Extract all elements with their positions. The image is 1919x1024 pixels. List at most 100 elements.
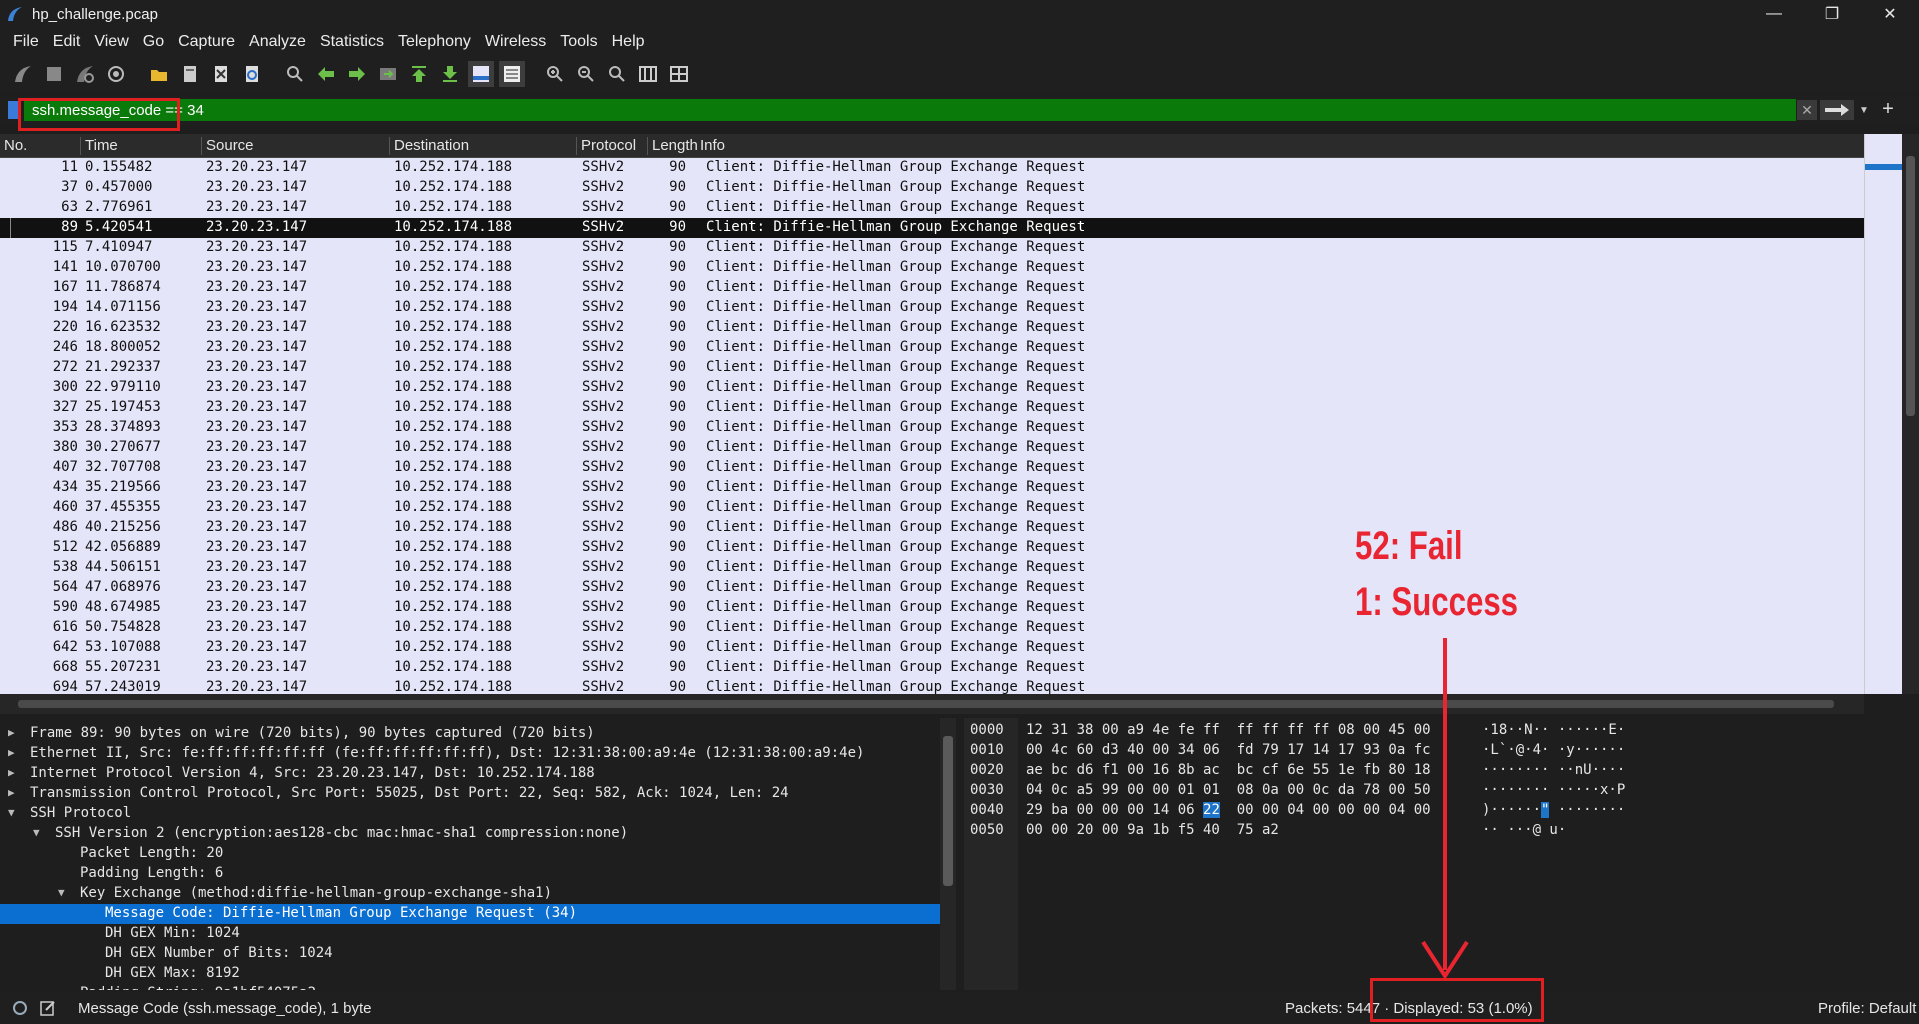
packet-row[interactable]: 300 22.979110 23.20.23.147 10.252.174.188 SS… [0,378,1864,398]
chevron-down-icon[interactable]: ▼ [1856,100,1872,120]
stop-capture-icon[interactable] [41,61,67,87]
reload-file-icon[interactable] [239,61,265,87]
chevron-right-icon[interactable]: ▶ [8,726,15,739]
details-tree-item[interactable]: ▶ Transmission Control Protocol, Src Port… [0,784,940,804]
column-header-no[interactable]: No. [0,137,27,155]
menu-statistics[interactable]: Statistics [313,33,391,51]
clear-filter-icon[interactable]: ✕ [1797,100,1817,120]
packet-list-vertical-scrollbar[interactable] [1902,134,1919,694]
menu-tools[interactable]: Tools [553,33,604,51]
packet-row[interactable]: 89 5.420541 23.20.23.147 10.252.174.188 SSHv… [0,218,1864,238]
zoom-in-icon[interactable] [542,61,568,87]
menu-wireless[interactable]: Wireless [478,33,553,51]
scrollbar-thumb[interactable] [1906,156,1915,416]
go-last-icon[interactable] [437,61,463,87]
ascii-bytes[interactable]: )······" ········ [1482,802,1625,822]
column-header-length[interactable]: Length [647,137,698,155]
details-tree-item[interactable]: DH GEX Min: 1024 [0,924,940,944]
zoom-normal-icon[interactable] [604,61,630,87]
packet-row[interactable]: 220 16.623532 23.20.23.147 10.252.174.188 SS… [0,318,1864,338]
menu-view[interactable]: View [87,33,135,51]
menu-capture[interactable]: Capture [171,33,242,51]
packet-row[interactable]: 194 14.071156 23.20.23.147 10.252.174.188 SS… [0,298,1864,318]
packet-row[interactable]: 538 44.506151 23.20.23.147 10.252.174.188 SS… [0,558,1864,578]
expert-info-icon[interactable] [13,1001,27,1015]
details-tree-item[interactable]: ▼ SSH Version 2 (encryption:aes128-cbc ma… [0,824,940,844]
packet-row[interactable]: 167 11.786874 23.20.23.147 10.252.174.188 SS… [0,278,1864,298]
packet-row[interactable]: 512 42.056889 23.20.23.147 10.252.174.188 SS… [0,538,1864,558]
chevron-right-icon[interactable]: ▶ [8,786,15,799]
packet-row[interactable]: 380 30.270677 23.20.23.147 10.252.174.188 SS… [0,438,1864,458]
packet-row[interactable]: 616 50.754828 23.20.23.147 10.252.174.188 SS… [0,618,1864,638]
menu-telephony[interactable]: Telephony [391,33,478,51]
packet-row[interactable]: 272 21.292337 23.20.23.147 10.252.174.188 SS… [0,358,1864,378]
ascii-bytes[interactable]: ·L`·@·4· ·y······ [1482,742,1625,762]
packet-row[interactable]: 37 0.457000 23.20.23.147 10.252.174.188 SSHv… [0,178,1864,198]
scrollbar-thumb[interactable] [18,700,1834,708]
details-tree-item[interactable]: DH GEX Number of Bits: 1024 [0,944,940,964]
packet-row[interactable]: 486 40.215256 23.20.23.147 10.252.174.188 SS… [0,518,1864,538]
details-tree-item[interactable]: Padding String: 9a1bf54075a2 [0,984,940,990]
edit-comment-icon[interactable] [40,1000,56,1016]
column-header-destination[interactable]: Destination [389,137,469,155]
packet-row[interactable]: 434 35.219566 23.20.23.147 10.252.174.188 SS… [0,478,1864,498]
go-forward-icon[interactable] [344,61,370,87]
auto-scroll-icon[interactable] [468,61,494,87]
menu-help[interactable]: Help [605,33,652,51]
ascii-bytes[interactable]: ·· ···@ u· [1482,822,1566,842]
packet-minimap[interactable] [1864,134,1903,694]
add-filter-button-icon[interactable]: + [1878,98,1898,120]
chevron-right-icon[interactable]: ▶ [8,766,15,779]
packet-row[interactable]: 642 53.107088 23.20.23.147 10.252.174.188 SS… [0,638,1864,658]
menu-analyze[interactable]: Analyze [242,33,313,51]
menu-file[interactable]: File [6,33,46,51]
packet-row[interactable]: 11 0.155482 23.20.23.147 10.252.174.188 SSHv… [0,158,1864,178]
column-header-info[interactable]: Info [700,137,725,155]
minimize-icon[interactable]: — [1745,0,1803,28]
chevron-right-icon[interactable]: ▶ [8,746,15,759]
hex-bytes[interactable]: 00 00 20 00 9a 1b f5 40 75 a2 [1026,822,1279,842]
column-header-time[interactable]: Time [80,137,118,155]
chevron-down-icon[interactable]: ▼ [8,806,15,819]
packet-row[interactable]: 353 28.374893 23.20.23.147 10.252.174.188 SS… [0,418,1864,438]
packet-row[interactable]: 590 48.674985 23.20.23.147 10.252.174.188 SS… [0,598,1864,618]
details-tree-item[interactable]: Packet Length: 20 [0,844,940,864]
chevron-down-icon[interactable]: ▼ [33,826,40,839]
save-file-icon[interactable] [177,61,203,87]
colorize-icon[interactable] [499,61,525,87]
details-vertical-scrollbar[interactable] [940,718,956,990]
status-packet-count[interactable]: Packets: 5447 · Displayed: 53 (1.0%) [1285,1000,1533,1017]
packet-row[interactable]: 246 18.800052 23.20.23.147 10.252.174.188 SS… [0,338,1864,358]
open-file-icon[interactable] [146,61,172,87]
restart-capture-icon[interactable] [72,61,98,87]
layout-icon[interactable] [666,61,692,87]
bookmark-icon[interactable] [8,101,18,119]
hex-bytes[interactable]: 00 4c 60 d3 40 00 34 06 fd 79 17 14 17 9… [1026,742,1431,762]
packet-row[interactable]: 460 37.455355 23.20.23.147 10.252.174.188 SS… [0,498,1864,518]
packet-row[interactable]: 668 55.207231 23.20.23.147 10.252.174.188 SS… [0,658,1864,678]
shark-fin-start-icon[interactable] [10,61,36,87]
ascii-bytes[interactable]: ·18··N·· ······E· [1482,722,1625,742]
find-packet-icon[interactable] [282,61,308,87]
packet-row[interactable]: 407 32.707708 23.20.23.147 10.252.174.188 SS… [0,458,1864,478]
menu-edit[interactable]: Edit [46,33,88,51]
packet-row[interactable]: 115 7.410947 23.20.23.147 10.252.174.188 SSH… [0,238,1864,258]
details-tree-item[interactable]: ▶ Frame 89: 90 bytes on wire (720 bits), … [0,724,940,744]
zoom-out-icon[interactable] [573,61,599,87]
chevron-down-icon[interactable]: ▼ [58,886,65,899]
hex-bytes[interactable]: 29 ba 00 00 00 14 06 22 00 00 04 00 00 0… [1026,802,1431,822]
details-tree-item[interactable]: ▶ Internet Protocol Version 4, Src: 23.20… [0,764,940,784]
packet-row[interactable]: 327 25.197453 23.20.23.147 10.252.174.188 SS… [0,398,1864,418]
details-tree-item[interactable]: Message Code: Diffie-Hellman Group Excha… [0,904,940,924]
resize-columns-icon[interactable] [635,61,661,87]
packet-row[interactable]: 564 47.068976 23.20.23.147 10.252.174.188 SS… [0,578,1864,598]
hex-bytes[interactable]: 12 31 38 00 a9 4e fe ff ff ff ff ff 08 0… [1026,722,1431,742]
hex-bytes[interactable]: 04 0c a5 99 00 00 01 01 08 0a 00 0c da 7… [1026,782,1431,802]
pane-splitter[interactable] [956,718,964,990]
apply-filter-arrow-icon[interactable] [1820,100,1854,120]
details-tree-item[interactable]: DH GEX Max: 8192 [0,964,940,984]
restore-icon[interactable]: ❐ [1803,0,1861,28]
details-tree-item[interactable]: Padding Length: 6 [0,864,940,884]
details-tree-item[interactable]: ▼ Key Exchange (method:diffie-hellman-gro… [0,884,940,904]
details-tree-item[interactable]: ▶ Ethernet II, Src: fe:ff:ff:ff:ff:ff (fe… [0,744,940,764]
